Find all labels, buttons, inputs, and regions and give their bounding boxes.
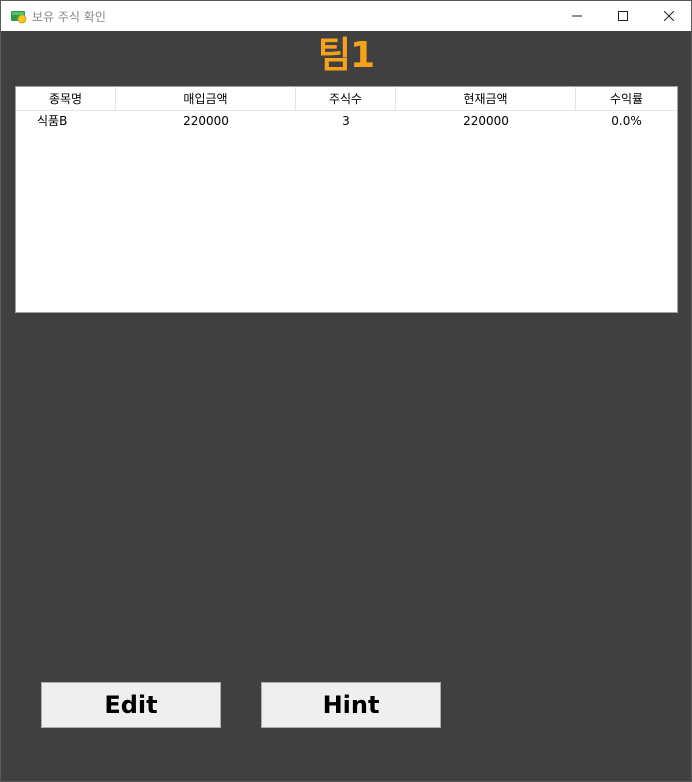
cell-return-rate: 0.0% [611, 114, 642, 128]
team-title: 팀1 [317, 35, 375, 76]
table-row[interactable]: 식품B 220000 3 220000 0.0% [16, 111, 677, 131]
cell-purchase-amount: 220000 [183, 114, 229, 128]
column-header-purchase-amount[interactable]: 매입금액 [116, 87, 296, 111]
hint-button[interactable]: Hint [261, 682, 441, 728]
column-header-share-count[interactable]: 주식수 [296, 87, 396, 111]
cell-stock-name: 식품B [37, 114, 68, 128]
column-header-return-rate[interactable]: 수익률 [576, 87, 677, 111]
minimize-button[interactable] [554, 1, 600, 31]
edit-button[interactable]: Edit [41, 682, 221, 728]
cell-share-count: 3 [342, 114, 350, 128]
maximize-icon [618, 11, 628, 21]
close-button[interactable] [646, 1, 692, 31]
window-title: 보유 주식 확인 [32, 10, 106, 24]
title-bar[interactable]: 보유 주식 확인 [1, 1, 691, 31]
stock-holdings-window: 보유 주식 확인 팀1 종목명 매입금액 주식수 현재금액 수익률 식품B 22… [0, 0, 692, 782]
table-header: 종목명 매입금액 주식수 현재금액 수익률 [16, 87, 677, 111]
maximize-button[interactable] [600, 1, 646, 31]
holdings-table[interactable]: 종목명 매입금액 주식수 현재금액 수익률 식품B 220000 3 22000… [15, 86, 678, 313]
minimize-icon [572, 15, 582, 17]
stock-app-icon [11, 9, 27, 24]
close-icon [664, 11, 674, 21]
column-header-stock-name[interactable]: 종목명 [16, 87, 116, 111]
column-header-current-amount[interactable]: 현재금액 [396, 87, 576, 111]
cell-current-amount: 220000 [463, 114, 509, 128]
